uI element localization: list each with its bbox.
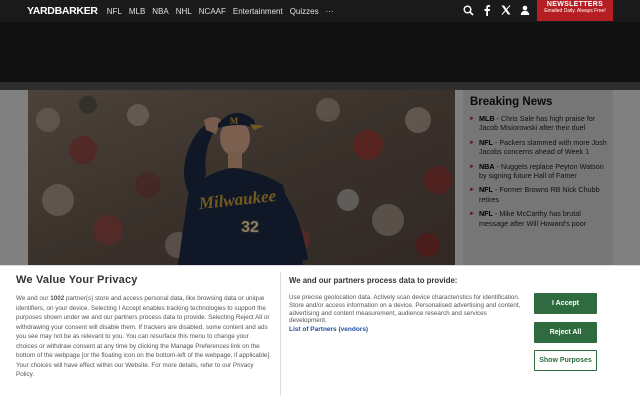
privacy-purposes: We and our partners process data to prov… [289,276,524,333]
privacy-body-post: partner(s) store and access personal dat… [16,295,271,378]
nav-link-quizzes[interactable]: Quizzes [290,7,319,16]
newsletter-title: NEWSLETTERS [546,1,604,8]
modal-backdrop [0,82,640,265]
show-purposes-button[interactable]: Show Purposes [534,350,597,371]
newsletter-button[interactable]: NEWSLETTERS Emailed Daily. Always Free! [537,0,613,21]
nav-link-mlb[interactable]: MLB [129,7,145,16]
privacy-intro: We Value Your Privacy We and our 1002 pa… [16,274,271,380]
nav-more-button[interactable]: ··· [326,7,334,16]
facebook-icon[interactable] [481,3,493,17]
nav-links: NFL MLB NBA NHL NCAAF Entertainment Quiz… [107,7,341,16]
privacy-body-pre: We and our [16,295,51,302]
privacy-consent-banner: We Value Your Privacy We and our 1002 pa… [0,265,640,400]
accept-button[interactable]: I Accept [534,293,597,314]
reject-all-button[interactable]: Reject All [534,322,597,343]
nav-link-ncaaf[interactable]: NCAAF [199,7,226,16]
nav-link-nfl[interactable]: NFL [107,7,122,16]
nav-icons [462,3,538,17]
newsletter-subtitle: Emailed Daily. Always Free! [544,8,606,14]
nav-link-entertainment[interactable]: Entertainment [233,7,283,16]
privacy-body: We and our 1002 partner(s) store and acc… [16,294,271,380]
divider [280,272,281,396]
nav-link-nba[interactable]: NBA [152,7,168,16]
ad-banner [0,22,640,82]
top-nav: YARDBARKER NFL MLB NBA NHL NCAAF Enterta… [0,0,640,22]
purposes-text: Use precise geolocation data. Actively s… [289,294,521,325]
purposes-title: We and our partners process data to prov… [289,276,458,285]
partner-count: 1002 [50,295,65,302]
user-icon[interactable] [519,3,531,17]
x-icon[interactable] [500,3,512,17]
site-logo[interactable]: YARDBARKER [27,5,98,17]
partners-list-link[interactable]: List of Partners (vendors) [289,326,524,333]
search-icon[interactable] [462,3,474,17]
privacy-title: We Value Your Privacy [16,274,138,286]
nav-link-nhl[interactable]: NHL [176,7,192,16]
